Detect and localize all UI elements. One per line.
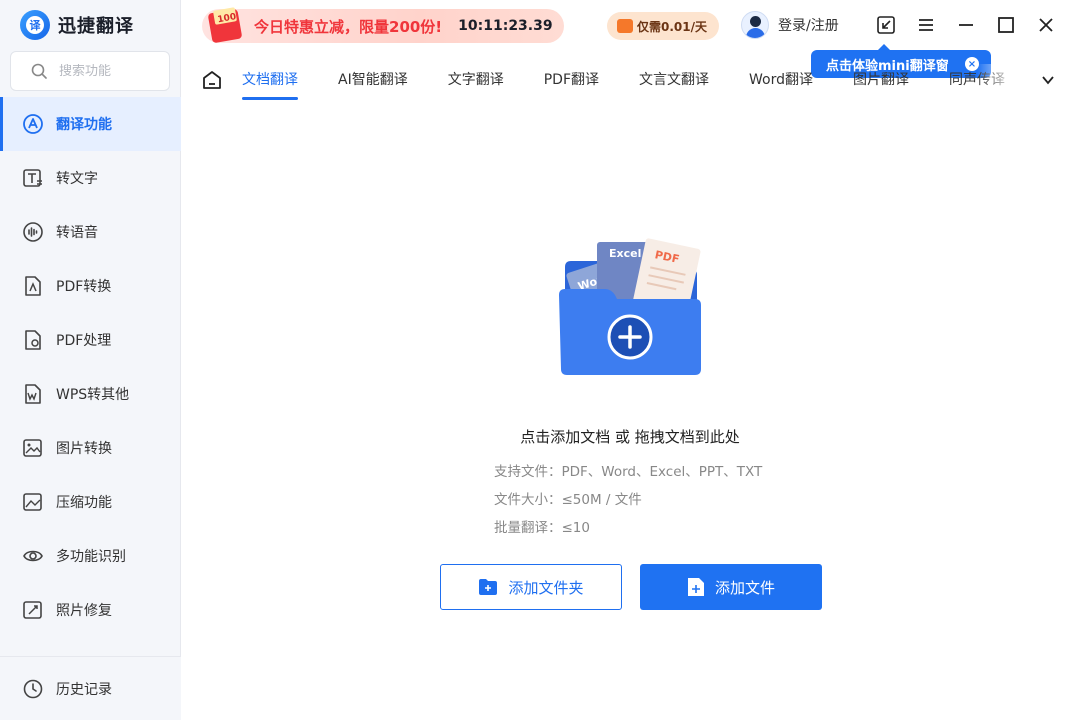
add-folder-button[interactable]: 添加文件夹 bbox=[440, 564, 622, 610]
close-button[interactable] bbox=[1034, 13, 1058, 37]
sidebar-item-label: 翻译功能 bbox=[56, 117, 112, 133]
sidebar-item-history[interactable]: 历史记录 bbox=[0, 656, 181, 720]
compress-icon bbox=[22, 491, 44, 513]
sidebar-item-label: 多功能识别 bbox=[56, 549, 126, 565]
more-tabs-button[interactable] bbox=[1040, 72, 1056, 92]
sidebar-item-voice[interactable]: 转语音 bbox=[0, 205, 181, 259]
home-icon bbox=[203, 71, 221, 89]
eye-icon bbox=[22, 545, 44, 567]
tab-word-translate[interactable]: Word翻译 bbox=[749, 64, 813, 100]
sidebar-item-label: PDF转换 bbox=[56, 279, 112, 295]
sidebar-item-pdf-convert[interactable]: PDF转换 bbox=[0, 259, 181, 313]
sidebar-item-pdf-process[interactable]: PDF处理 bbox=[0, 313, 181, 367]
file-size-limit: 文件大小：≤50M / 文件 bbox=[494, 492, 642, 508]
pdf-convert-icon bbox=[22, 275, 44, 297]
tab-classical-translate[interactable]: 文言文翻译 bbox=[639, 64, 709, 100]
avatar bbox=[741, 11, 769, 39]
sidebar-item-text-convert[interactable]: 转文字 bbox=[0, 151, 181, 205]
add-file-label: 添加文件 bbox=[714, 578, 775, 597]
photo-repair-icon bbox=[22, 599, 44, 621]
text-convert-icon bbox=[22, 167, 44, 189]
tab-document-translate[interactable]: 文档翻译 bbox=[242, 64, 298, 100]
pdf-process-icon bbox=[22, 329, 44, 351]
add-file-button[interactable]: 添加文件 bbox=[640, 564, 822, 610]
wps-icon bbox=[22, 383, 44, 405]
red-envelope-icon: 100 bbox=[208, 7, 242, 43]
dropzone-title: 点击添加文档 或 拖拽文档到此处 bbox=[520, 428, 740, 446]
mini-window-button[interactable] bbox=[874, 13, 898, 37]
tab-image-translate[interactable]: 图片翻译 bbox=[853, 64, 909, 100]
history-icon bbox=[22, 678, 44, 700]
minimize-button[interactable] bbox=[954, 13, 978, 37]
history-label: 历史记录 bbox=[56, 681, 112, 698]
sidebar-item-label: 照片修复 bbox=[56, 603, 112, 619]
logo-icon: 译 bbox=[20, 10, 50, 40]
file-plus-icon bbox=[687, 578, 704, 596]
search-input[interactable] bbox=[59, 63, 159, 79]
maximize-icon bbox=[998, 17, 1014, 33]
home-button[interactable] bbox=[201, 69, 223, 95]
sidebar-item-photo-repair[interactable]: 照片修复 bbox=[0, 583, 181, 637]
promo-text: 今日特惠立减，限量200份! bbox=[254, 17, 443, 36]
sidebar-nav: 翻译功能 转文字 转语音 PDF转换 PDF处理 WPS转其他 图片转换 压缩功… bbox=[0, 97, 181, 637]
voice-icon bbox=[22, 221, 44, 243]
upload-folder-icon[interactable]: Word Excel PDF bbox=[555, 235, 705, 380]
search-icon bbox=[31, 63, 47, 79]
login-button[interactable]: 登录/注册 bbox=[741, 11, 839, 39]
chevron-down-icon bbox=[1042, 76, 1054, 85]
tab-ai-translate[interactable]: AI智能翻译 bbox=[338, 64, 408, 100]
login-label: 登录/注册 bbox=[778, 18, 839, 34]
menu-icon bbox=[919, 19, 933, 31]
mini-window-icon bbox=[877, 16, 895, 34]
minimize-icon bbox=[959, 24, 973, 26]
maximize-button[interactable] bbox=[994, 13, 1018, 37]
promo-countdown: 10:11:23.39 bbox=[458, 18, 553, 34]
batch-limit: 批量翻译：≤10 bbox=[494, 520, 590, 536]
tab-pdf-translate[interactable]: PDF翻译 bbox=[544, 64, 599, 100]
tabs-fade bbox=[977, 64, 1017, 98]
search-box[interactable] bbox=[10, 51, 170, 91]
sidebar-item-label: 压缩功能 bbox=[56, 495, 112, 511]
sidebar: 译 迅捷翻译 翻译功能 转文字 转语音 bbox=[0, 0, 181, 720]
sidebar-item-label: WPS转其他 bbox=[56, 387, 130, 403]
translate-icon bbox=[22, 113, 44, 135]
logo-glyph: 译 bbox=[26, 16, 44, 34]
supported-formats: 支持文件：PDF、Word、Excel、PPT、TXT bbox=[494, 464, 763, 480]
promo-banner[interactable]: 100 今日特惠立减，限量200份! 10:11:23.39 bbox=[202, 7, 564, 43]
sidebar-item-wps[interactable]: WPS转其他 bbox=[0, 367, 181, 421]
sidebar-item-recognition[interactable]: 多功能识别 bbox=[0, 529, 181, 583]
crown-icon bbox=[617, 19, 633, 33]
app-logo: 译 迅捷翻译 bbox=[20, 10, 134, 40]
close-icon bbox=[1039, 18, 1053, 32]
sidebar-item-compress[interactable]: 压缩功能 bbox=[0, 475, 181, 529]
app-name: 迅捷翻译 bbox=[58, 16, 134, 37]
sidebar-item-label: PDF处理 bbox=[56, 333, 112, 349]
sidebar-item-label: 转文字 bbox=[56, 171, 98, 187]
menu-button[interactable] bbox=[914, 13, 938, 37]
sidebar-item-translate[interactable]: 翻译功能 bbox=[0, 97, 181, 151]
sidebar-item-label: 转语音 bbox=[56, 225, 98, 241]
excel-doc-label: Excel bbox=[609, 247, 641, 260]
add-folder-label: 添加文件夹 bbox=[508, 578, 584, 597]
tab-text-translate[interactable]: 文字翻译 bbox=[448, 64, 504, 100]
folder-plus-icon bbox=[479, 579, 498, 595]
vip-label: 仅需0.01/天 bbox=[637, 19, 707, 34]
vip-button[interactable]: 仅需0.01/天 bbox=[607, 12, 719, 40]
tab-bar: 文档翻译 AI智能翻译 文字翻译 PDF翻译 文言文翻译 Word翻译 图片翻译… bbox=[242, 64, 1017, 100]
